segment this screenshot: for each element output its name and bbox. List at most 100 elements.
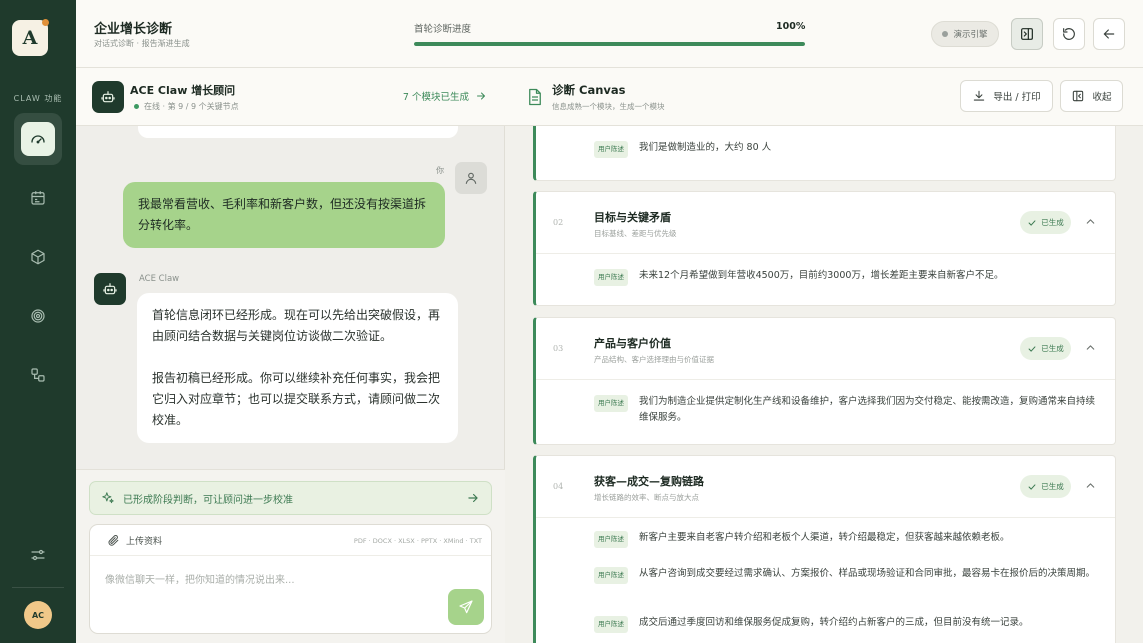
- logo-dot: [42, 19, 49, 26]
- module-subtitle: 目标基线、差距与优先级: [594, 229, 677, 238]
- chat-composer-area: 已形成阶段判断，可让顾问进一步校准 上传资料 PDF · DOCX · XLSX…: [76, 469, 505, 643]
- user-statement-row: 用户陈述 成交后通过季度回访和维保服务促成复购，转介绍约占新客户的三成，但目前没…: [594, 615, 1104, 633]
- download-icon: [974, 90, 985, 101]
- chevron-up-icon[interactable]: [1084, 215, 1097, 228]
- demo-engine-badge[interactable]: 演示引擎: [931, 21, 999, 47]
- page-subtitle: 对话式诊断 · 报告渐进生成: [94, 39, 190, 48]
- bot-message-avatar: [94, 273, 126, 305]
- panel-collapse-icon: [1073, 90, 1084, 102]
- modules-generated-link[interactable]: 7 个模块已生成: [403, 89, 487, 103]
- user-avatar[interactable]: AC: [24, 601, 52, 629]
- status-badge: 已生成: [1020, 475, 1071, 498]
- sliders-icon: [31, 549, 45, 561]
- status-badge: 已生成: [1020, 211, 1071, 234]
- document-icon: [529, 88, 541, 106]
- sidebar-item-calendar[interactable]: [21, 181, 55, 215]
- user-message: 我最常看营收、毛利率和新客户数，但还没有按渠道拆分转化率。: [123, 182, 445, 248]
- status-dot: [942, 31, 949, 37]
- sparkle-icon: [102, 492, 114, 504]
- user-statement-text: 未来12个月希望做到年营收4500万，目前约3000万，增长差距主要来自新客户不…: [639, 270, 1004, 281]
- module-subtitle: 产品结构、客户选择理由与价值证据: [594, 355, 714, 364]
- robot-icon: [101, 91, 115, 103]
- sidebar: A CLAW 功能 AC: [0, 0, 76, 643]
- send-button[interactable]: [448, 589, 484, 625]
- sidebar-item-package[interactable]: [21, 240, 55, 274]
- collapse-label: 收起: [1092, 92, 1112, 103]
- module-card-header[interactable]: 03 产品与客户价值 产品结构、客户选择理由与价值证据 已生成: [536, 318, 1115, 380]
- chat-title: ACE Claw 增长顾问: [130, 84, 236, 97]
- user-statement-tag: 用户陈述: [594, 141, 628, 158]
- canvas-header: 诊断 Canvas 信息成熟一个模块，生成一个模块 导出 / 打印 收起: [505, 68, 1143, 126]
- modules-generated-label: 7 个模块已生成: [402, 92, 469, 103]
- top-header: 企业增长诊断 对话式诊断 · 报告渐进生成 首轮诊断进度 100% 演示引擎: [76, 0, 1143, 68]
- bot-message-paragraph: 首轮信息闭环已经形成。现在可以先给出突破假设，再由顾问结合数据与关键岗位访谈做二…: [152, 308, 441, 343]
- export-print-button[interactable]: 导出 / 打印: [960, 80, 1053, 112]
- user-statement-tag: 用户陈述: [594, 269, 628, 286]
- status-badge: 已生成: [1020, 337, 1071, 360]
- app-logo[interactable]: A: [12, 19, 49, 56]
- canvas-subtitle: 信息成熟一个模块，生成一个模块: [552, 102, 665, 111]
- chat-status: 在线 · 第 9 / 9 个关键节点: [134, 101, 239, 112]
- user-statement-text: 我们是做制造业的，大约 80 人: [639, 142, 772, 153]
- reset-button[interactable]: [1053, 18, 1085, 50]
- toggle-panel-button[interactable]: [1011, 18, 1043, 50]
- sidebar-item-flow[interactable]: [21, 358, 55, 392]
- collapse-button[interactable]: 收起: [1060, 80, 1123, 112]
- sidebar-item-settings[interactable]: [21, 538, 55, 572]
- panel-toggle-icon: [1021, 28, 1033, 40]
- user-statement-row: 用户陈述 我们为制造企业提供定制化生产线和设备维护，客户选择我们因为交付稳定、能…: [594, 394, 1104, 426]
- logo-letter: A: [22, 27, 38, 49]
- user-statement-row: 用户陈述 未来12个月希望做到年营收4500万，目前约3000万，增长差距主要来…: [594, 268, 1104, 286]
- module-number: 03: [553, 344, 564, 353]
- demo-engine-label: 演示引擎: [953, 30, 988, 40]
- sidebar-section-label: CLAW 功能: [13, 94, 63, 103]
- user-statement-text: 成交后通过季度回访和维保服务促成复购，转介绍约占新客户的三成，但目前没有统一记录…: [639, 617, 1029, 628]
- message-composer: 上传资料 PDF · DOCX · XLSX · PPTX · XMind · …: [89, 524, 492, 634]
- module-card-header[interactable]: 04 获客—成交—复购链路 增长链路的效率、断点与放大点 已生成: [536, 456, 1115, 518]
- chevron-up-icon[interactable]: [1084, 479, 1097, 492]
- user-statement-tag: 用户陈述: [594, 531, 628, 548]
- chat-status-text: 在线 · 第 9 / 9 个关键节点: [144, 102, 239, 111]
- gauge-icon: [31, 135, 45, 144]
- user-statement-row: 用户陈述 新客户主要来自老客户转介绍和老板个人渠道，转介绍最稳定，但获客越来越依…: [594, 530, 1104, 548]
- module-card-header[interactable]: 02 目标与关键矛盾 目标基线、差距与优先级 已生成: [536, 192, 1115, 254]
- message-input[interactable]: 像微信聊天一样，把你知道的情况说出来...: [105, 571, 295, 586]
- sidebar-item-diagnosis[interactable]: [14, 113, 62, 165]
- check-icon: [1028, 345, 1036, 352]
- chevron-up-icon[interactable]: [1084, 341, 1097, 354]
- progress-bar: [414, 42, 805, 46]
- arrow-right-icon: [477, 92, 485, 100]
- supported-file-types: PDF · DOCX · XLSX · PPTX · XMind · TXT: [353, 537, 482, 545]
- upload-row: 上传资料 PDF · DOCX · XLSX · PPTX · XMind · …: [90, 525, 491, 556]
- status-badge-label: 已生成: [1041, 482, 1064, 491]
- module-subtitle: 增长链路的效率、断点与放大点: [594, 493, 699, 502]
- canvas-title: 诊断 Canvas: [552, 83, 626, 97]
- stage-judgement-banner[interactable]: 已形成阶段判断，可让顾问进一步校准: [89, 481, 492, 515]
- nodes-icon: [31, 368, 45, 382]
- progress-bar-fill: [414, 42, 805, 46]
- user-message-avatar: [455, 162, 487, 194]
- sender-label-bot: ACE Claw: [139, 274, 180, 284]
- sidebar-item-target[interactable]: [21, 299, 55, 333]
- user-statement-text: 新客户主要来自老客户转介绍和老板个人渠道，转介绍最稳定，但获客越来越依赖老板。: [639, 532, 1010, 543]
- user-statement-row: 用户陈述 我们是做制造业的，大约 80 人: [594, 140, 1104, 158]
- module-number: 04: [553, 482, 564, 491]
- upload-button[interactable]: 上传资料: [107, 534, 162, 547]
- robot-icon: [103, 283, 117, 295]
- arrow-right-icon: [468, 493, 478, 503]
- canvas-cards[interactable]: 用户陈述 我们是做制造业的，大约 80 人 02 目标与关键矛盾 目标基线、差距…: [505, 126, 1143, 643]
- send-icon: [459, 600, 473, 614]
- module-title: 目标与关键矛盾: [594, 211, 671, 224]
- user-statement-text: 从客户咨询到成交要经过需求确认、方案报价、样品或现场验证和合同审批，最容易卡在报…: [639, 568, 1096, 579]
- module-card: 用户陈述 我们是做制造业的，大约 80 人: [533, 126, 1116, 181]
- user-statement-tag: 用户陈述: [594, 616, 628, 633]
- chat-panel: ACE Claw 增长顾问 在线 · 第 9 / 9 个关键节点 7 个模块已生…: [76, 68, 505, 643]
- back-button[interactable]: [1093, 18, 1125, 50]
- module-card: 02 目标与关键矛盾 目标基线、差距与优先级 已生成 用户陈述 未来12个月希望…: [533, 191, 1116, 306]
- stage-banner-text: 已形成阶段判断，可让顾问进一步校准: [123, 494, 293, 506]
- module-number: 02: [553, 218, 564, 227]
- module-card: 03 产品与客户价值 产品结构、客户选择理由与价值证据 已生成 用户陈述 我们为…: [533, 317, 1116, 445]
- user-statement-text: 我们为制造企业提供定制化生产线和设备维护，客户选择我们因为交付稳定、能按需改造，…: [639, 396, 1096, 423]
- sidebar-divider: [12, 587, 64, 588]
- bot-message-paragraph: 报告初稿已经形成。你可以继续补充任何事实，我会把它归入对应章节；也可以提交联系方…: [152, 371, 441, 427]
